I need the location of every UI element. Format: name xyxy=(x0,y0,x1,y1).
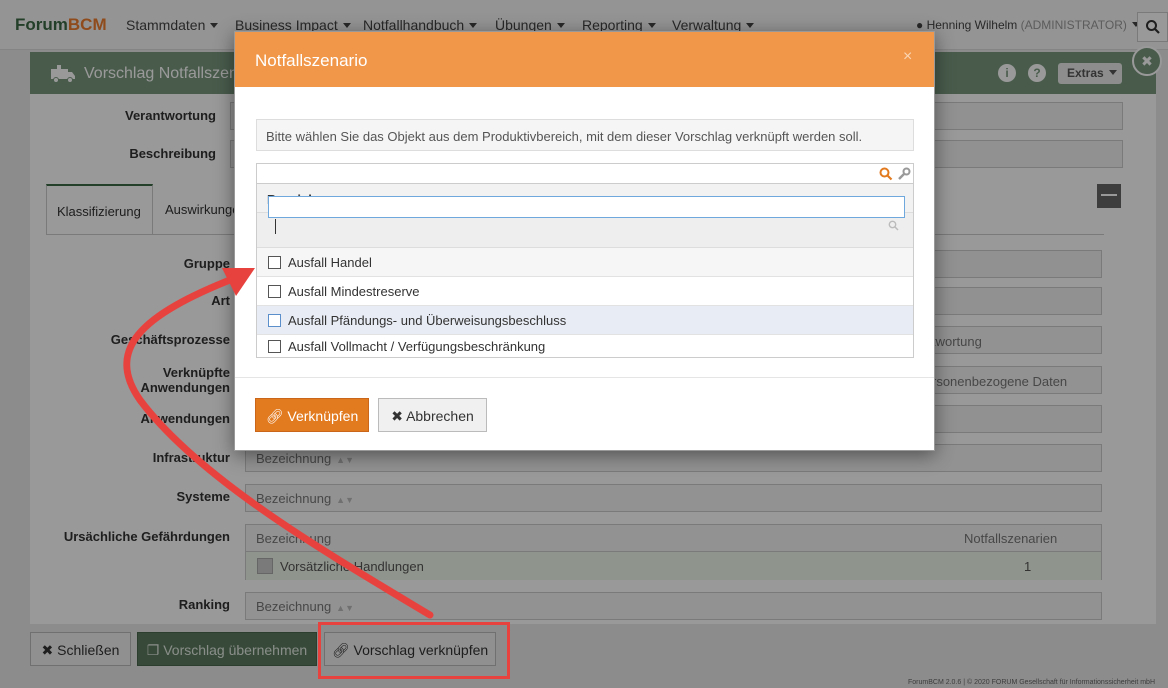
list-item[interactable]: Ausfall Vollmacht / Verfügungsbeschränku… xyxy=(257,335,913,357)
dialog-info-text: Bitte wählen Sie das Objekt aus dem Prod… xyxy=(256,119,914,151)
verknuepfen-label: Verknüpfen xyxy=(287,408,359,424)
checkbox[interactable] xyxy=(268,285,281,298)
list-item[interactable]: Ausfall Pfändungs- und Überweisungsbesch… xyxy=(257,306,913,335)
checkbox[interactable] xyxy=(268,314,281,327)
dialog-title: Notfallszenario xyxy=(255,51,368,70)
item-label: Ausfall Handel xyxy=(288,255,372,270)
close-icon: ✖ xyxy=(391,408,403,424)
list-item[interactable]: Ausfall Mindestreserve xyxy=(257,277,913,306)
dialog-header: Notfallszenario × xyxy=(235,32,934,87)
checkbox[interactable] xyxy=(268,340,281,353)
verknuepfen-button[interactable]: 🔗︎ Verknüpfen xyxy=(255,398,369,432)
checkbox[interactable] xyxy=(268,256,281,269)
item-label: Ausfall Vollmacht / Verfügungsbeschränku… xyxy=(288,339,546,354)
annotation-highlight-box xyxy=(318,622,510,679)
filter-input[interactable] xyxy=(268,196,905,218)
abbrechen-button[interactable]: ✖ Abbrechen xyxy=(378,398,487,432)
list-item[interactable]: Ausfall Handel xyxy=(257,248,913,277)
filter-row xyxy=(257,213,913,248)
item-label: Ausfall Pfändungs- und Überweisungsbesch… xyxy=(288,313,567,328)
text-cursor xyxy=(275,219,276,234)
dialog-footer-divider xyxy=(235,377,934,378)
selection-grid: Bezeichnung▲▼ Ausfall Handel Ausfall Min… xyxy=(256,163,914,358)
item-label: Ausfall Mindestreserve xyxy=(288,284,420,299)
abbrechen-label: Abbrechen xyxy=(406,408,474,424)
link-icon: 🔗︎ xyxy=(265,408,284,424)
grid-toolbar xyxy=(257,164,913,184)
wrench-icon[interactable] xyxy=(897,167,911,181)
close-icon[interactable]: × xyxy=(903,48,912,66)
notfallszenario-dialog: Notfallszenario × Bitte wählen Sie das O… xyxy=(234,31,935,451)
search-icon[interactable] xyxy=(879,167,893,181)
search-icon xyxy=(888,220,899,231)
